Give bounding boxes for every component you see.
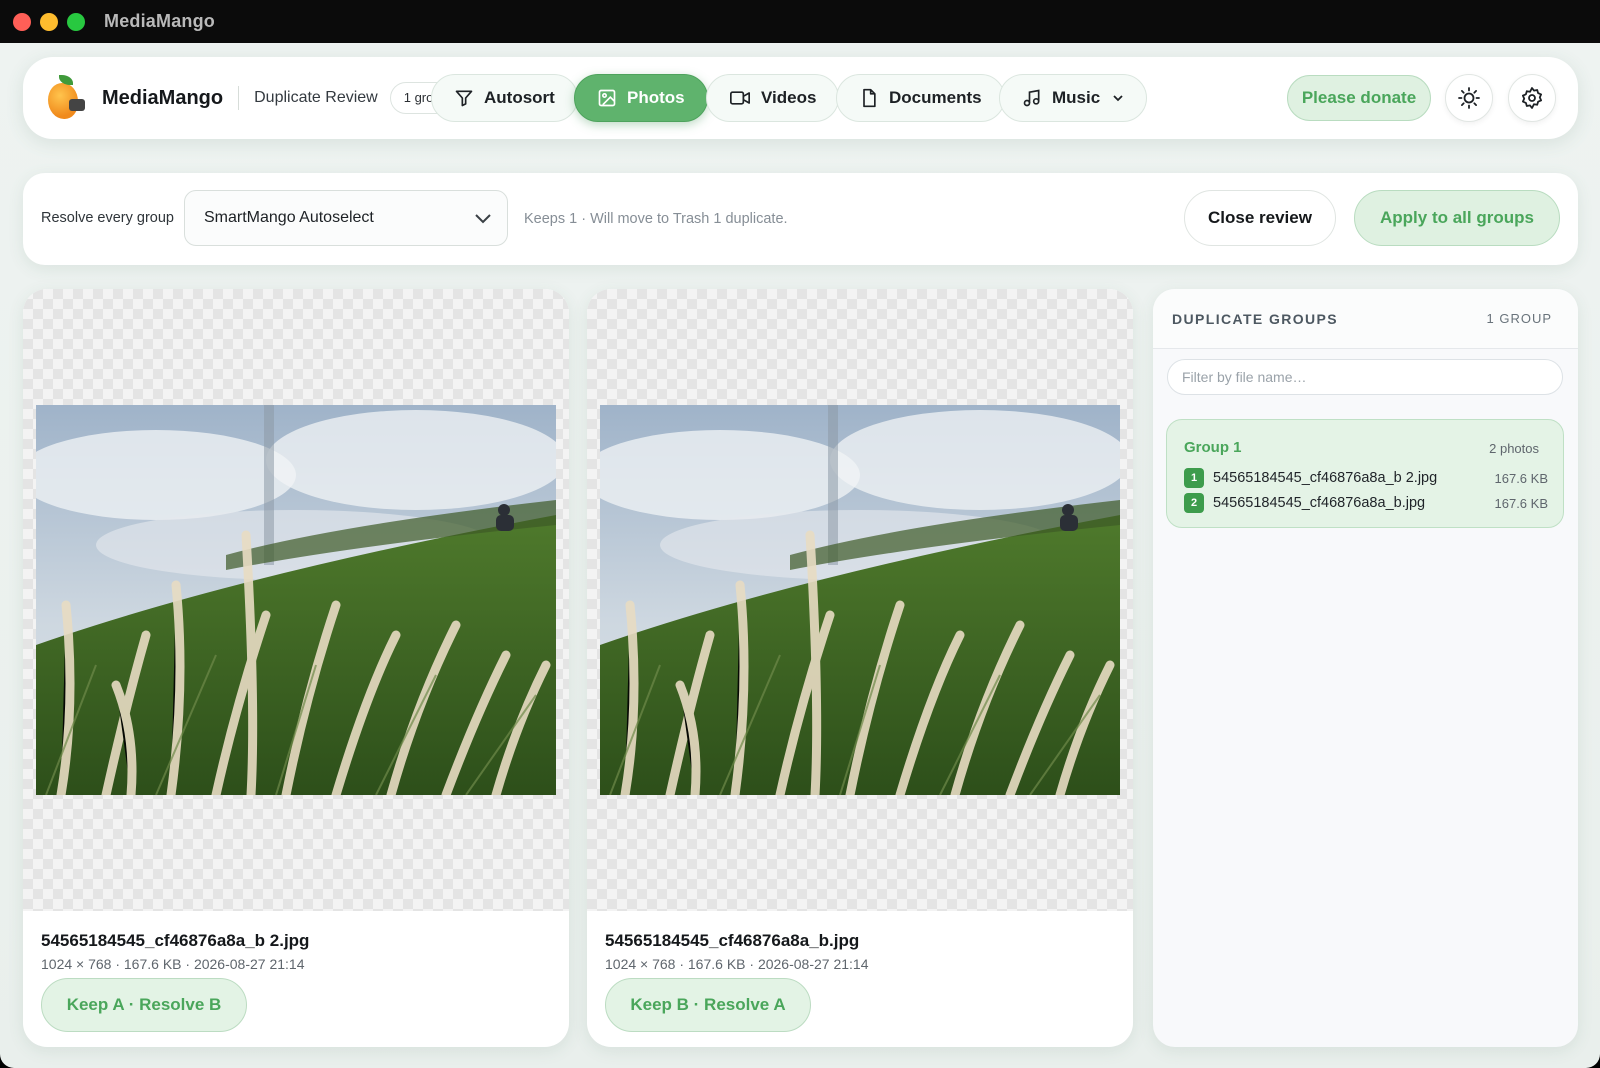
file-index-badge: 1 bbox=[1184, 468, 1204, 488]
panel-header: DUPLICATE GROUPS 1 GROUP bbox=[1153, 289, 1578, 349]
panel-title: DUPLICATE GROUPS bbox=[1172, 310, 1339, 327]
theme-toggle-button[interactable] bbox=[1445, 74, 1493, 122]
group-file-row[interactable]: 2 54565184545_cf46876a8a_b.jpg 167.6 KB bbox=[1184, 493, 1548, 513]
file-meta: 1024 × 768 · 167.6 KB · 2026-08-27 21:14 bbox=[41, 956, 305, 972]
divider bbox=[238, 86, 240, 110]
brand-name: MediaMango bbox=[102, 86, 224, 109]
file-index-badge: 2 bbox=[1184, 493, 1204, 513]
resolve-summary: Keeps 1 · Will move to Trash 1 duplicate… bbox=[524, 211, 788, 227]
group-file-name: 54565184545_cf46876a8a_b 2.jpg bbox=[1213, 470, 1438, 486]
traffic-lights bbox=[13, 12, 85, 31]
resolve-strategy-select[interactable]: SmartMango Autoselect bbox=[184, 190, 508, 246]
nav-label: Autosort bbox=[484, 88, 555, 107]
group-count: 2 photos bbox=[1489, 441, 1539, 456]
file-meta: 1024 × 768 · 167.6 KB · 2026-08-27 21:14 bbox=[605, 956, 869, 972]
filter-icon bbox=[455, 90, 473, 107]
chevron-down-icon bbox=[475, 214, 491, 224]
select-value: SmartMango Autoselect bbox=[204, 209, 374, 226]
donate-button[interactable]: Please donate bbox=[1287, 75, 1431, 121]
group-title: Group 1 bbox=[1184, 439, 1242, 456]
gear-icon bbox=[1522, 87, 1542, 109]
apply-all-groups-button[interactable]: Apply to all groups bbox=[1354, 190, 1560, 246]
close-review-button[interactable]: Close review bbox=[1184, 190, 1336, 246]
sun-icon bbox=[1458, 87, 1480, 109]
group-card[interactable]: Group 1 2 photos 1 54565184545_cf46876a8… bbox=[1166, 419, 1564, 528]
duplicate-groups-panel: DUPLICATE GROUPS 1 GROUP Filter by file … bbox=[1153, 289, 1578, 1047]
app-window: MediaMango Duplicate Review 1 group Auto… bbox=[0, 43, 1600, 1068]
file-name: 54565184545_cf46876a8a_b 2.jpg bbox=[41, 931, 310, 950]
close-window-button[interactable] bbox=[13, 12, 31, 31]
panel-count: 1 GROUP bbox=[1486, 311, 1552, 326]
nav-autosort-button[interactable]: Autosort bbox=[431, 74, 578, 122]
minimize-window-button[interactable] bbox=[40, 12, 58, 31]
resolve-label: Resolve every group bbox=[41, 210, 174, 226]
keep-a-resolve-b-button[interactable]: Keep A · Resolve B bbox=[41, 978, 247, 1032]
nav-photos-button[interactable]: Photos bbox=[574, 74, 708, 122]
nav-documents-button[interactable]: Documents bbox=[836, 74, 1005, 122]
breadcrumb: Duplicate Review bbox=[254, 89, 378, 106]
group-file-row[interactable]: 1 54565184545_cf46876a8a_b 2.jpg 167.6 K… bbox=[1184, 468, 1548, 488]
nav-music-button[interactable]: Music bbox=[999, 74, 1148, 122]
mango-logo-icon bbox=[43, 75, 89, 121]
photo-preview-b[interactable] bbox=[600, 405, 1120, 795]
nav-label: Photos bbox=[627, 88, 685, 107]
filter-input[interactable]: Filter by file name… bbox=[1167, 359, 1563, 395]
music-icon bbox=[1023, 89, 1040, 107]
chevron-down-icon bbox=[1113, 95, 1123, 102]
window-title: MediaMango bbox=[104, 11, 216, 31]
zoom-window-button[interactable] bbox=[67, 12, 85, 31]
nav-label: Music bbox=[1052, 88, 1101, 107]
photo-preview-a[interactable] bbox=[36, 405, 556, 795]
window-titlebar: MediaMango bbox=[0, 0, 1600, 43]
photo-card-b: 54565184545_cf46876a8a_b.jpg 1024 × 768 … bbox=[587, 289, 1133, 1047]
group-file-name: 54565184545_cf46876a8a_b.jpg bbox=[1213, 495, 1426, 511]
nav-label: Videos bbox=[761, 88, 817, 107]
video-icon bbox=[729, 91, 750, 105]
nav-label: Documents bbox=[889, 88, 982, 107]
nav-videos-button[interactable]: Videos bbox=[706, 74, 840, 122]
resolve-bar: Resolve every group SmartMango Autoselec… bbox=[23, 173, 1578, 265]
image-icon bbox=[598, 89, 616, 107]
document-icon bbox=[863, 88, 876, 108]
top-toolbar: MediaMango Duplicate Review 1 group Auto… bbox=[23, 57, 1578, 139]
group-file-size: 167.6 KB bbox=[1494, 470, 1549, 486]
keep-b-resolve-a-button[interactable]: Keep B · Resolve A bbox=[605, 978, 811, 1032]
group-file-size: 167.6 KB bbox=[1494, 495, 1549, 511]
file-name: 54565184545_cf46876a8a_b.jpg bbox=[605, 931, 860, 950]
settings-button[interactable] bbox=[1508, 74, 1556, 122]
photo-card-a: 54565184545_cf46876a8a_b 2.jpg 1024 × 76… bbox=[23, 289, 569, 1047]
